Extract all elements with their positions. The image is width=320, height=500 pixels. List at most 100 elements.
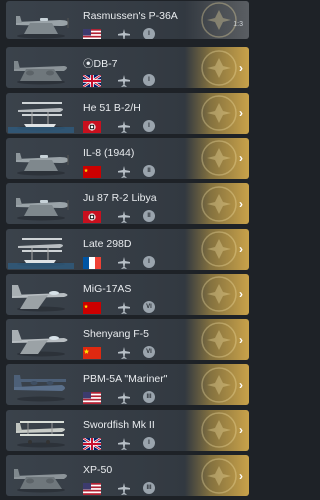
vehicle-meta: I — [83, 27, 163, 39]
vehicle-row[interactable]: Rasmussen's P-36A I 1:3 — [6, 1, 249, 39]
vehicle-meta: VI — [83, 300, 163, 315]
aircraft-class-icon — [117, 391, 131, 405]
premium-emblem-icon — [199, 184, 239, 224]
vehicle-meta: I — [83, 119, 163, 134]
premium-emblem-icon — [199, 456, 239, 496]
aircraft-thumbnail — [8, 455, 74, 496]
rank-badge-icon: I — [143, 28, 155, 39]
country-flag-icon — [83, 437, 101, 450]
country-flag-icon — [83, 301, 101, 314]
vehicle-meta: I — [83, 436, 163, 451]
vehicle-row[interactable]: Ju 87 R-2 Libya II › — [6, 183, 249, 225]
vehicle-row[interactable]: PBM-5A "Mariner" III › — [6, 364, 249, 406]
country-flag-icon — [83, 256, 101, 269]
chevron-right-icon[interactable]: › — [239, 151, 243, 165]
aircraft-class-icon — [117, 120, 131, 134]
aircraft-thumbnail — [8, 138, 74, 179]
country-flag-icon — [83, 347, 101, 360]
vehicle-meta: VI — [83, 345, 163, 360]
vehicle-name: Late 298D — [83, 237, 132, 250]
country-flag-icon — [83, 211, 101, 224]
aircraft-class-icon — [117, 28, 131, 39]
aircraft-class-icon — [117, 346, 131, 360]
vehicle-meta: III — [83, 390, 163, 405]
vehicle-meta: II — [83, 164, 163, 179]
vehicle-name: XP-50 — [83, 464, 113, 476]
chevron-right-icon[interactable]: › — [239, 287, 243, 301]
chevron-right-icon[interactable]: › — [239, 242, 243, 256]
vehicle-list: Rasmussen's P-36A I 1:3 ⦿DB-7 I › He 51 B-2/H I… — [0, 0, 254, 500]
aircraft-thumbnail — [8, 274, 74, 315]
counter-label: 1:3 — [233, 21, 243, 28]
chevron-right-icon[interactable]: › — [239, 378, 243, 392]
aircraft-class-icon — [117, 74, 131, 88]
aircraft-class-icon — [117, 210, 131, 224]
country-flag-icon — [83, 120, 101, 133]
aircraft-thumbnail — [8, 47, 74, 88]
chevron-right-icon[interactable]: › — [239, 106, 243, 120]
vehicle-name: ⦿DB-7 — [83, 58, 118, 71]
premium-emblem-icon — [199, 320, 239, 360]
premium-emblem-icon — [199, 1, 239, 39]
aircraft-thumbnail — [8, 364, 74, 405]
aircraft-class-icon — [117, 165, 131, 179]
rank-badge-icon: I — [143, 255, 155, 268]
rank-badge-icon: III — [143, 391, 155, 404]
aircraft-class-icon — [117, 256, 131, 270]
rank-badge-icon: I — [143, 119, 155, 132]
rank-badge-icon: II — [143, 164, 155, 177]
vehicle-row[interactable]: Late 298D I › — [6, 228, 249, 270]
chevron-right-icon[interactable]: › — [239, 197, 243, 211]
aircraft-class-icon — [117, 301, 131, 315]
premium-emblem-icon — [199, 93, 239, 133]
vehicle-meta: I — [83, 255, 163, 270]
rank-badge-icon: VI — [143, 346, 155, 359]
vehicle-row[interactable]: IL-8 (1944) II › — [6, 137, 249, 179]
vehicle-meta: II — [83, 209, 163, 224]
vehicle-row[interactable]: He 51 B-2/H I › — [6, 92, 249, 134]
vehicle-name: Rasmussen's P-36A — [83, 10, 178, 22]
premium-emblem-icon — [199, 138, 239, 178]
rank-badge-icon: VI — [143, 300, 155, 313]
vehicle-name: PBM-5A "Mariner" — [83, 373, 168, 386]
vehicle-name: MiG-17AS — [83, 282, 132, 295]
country-flag-icon — [83, 483, 101, 495]
rank-badge-icon: II — [143, 210, 155, 223]
premium-emblem-icon — [199, 410, 239, 450]
chevron-right-icon[interactable]: › — [239, 423, 243, 437]
aircraft-thumbnail — [8, 229, 74, 270]
vehicle-name: Swordfish Mk II — [83, 418, 155, 431]
premium-emblem-icon — [199, 274, 239, 314]
premium-emblem-icon — [199, 48, 239, 88]
rank-badge-icon: III — [143, 482, 155, 494]
vehicle-name: IL-8 (1944) — [83, 146, 135, 159]
vehicle-name: Ju 87 R-2 Libya — [83, 192, 157, 205]
vehicle-row[interactable]: XP-50 III › — [6, 455, 249, 496]
aircraft-thumbnail — [8, 410, 74, 451]
rank-badge-icon: I — [143, 436, 155, 449]
country-flag-icon — [83, 392, 101, 405]
vehicle-meta: III — [83, 481, 163, 496]
vehicle-name: Shenyang F-5 — [83, 328, 149, 341]
vehicle-row[interactable]: Shenyang F-5 VI › — [6, 319, 249, 361]
vehicle-row[interactable]: MiG-17AS VI › — [6, 273, 249, 315]
country-flag-icon — [83, 29, 101, 39]
premium-emblem-icon — [199, 229, 239, 269]
aircraft-thumbnail — [8, 93, 74, 134]
rank-badge-icon: I — [143, 74, 155, 87]
aircraft-class-icon — [117, 437, 131, 451]
vehicle-name: He 51 B-2/H — [83, 101, 141, 114]
aircraft-thumbnail — [8, 183, 74, 224]
aircraft-thumbnail — [8, 319, 74, 360]
country-flag-icon — [83, 75, 101, 88]
premium-emblem-icon — [199, 365, 239, 405]
chevron-right-icon[interactable]: › — [239, 333, 243, 347]
chevron-right-icon[interactable]: › — [239, 61, 243, 75]
country-flag-icon — [83, 165, 101, 178]
vehicle-row[interactable]: ⦿DB-7 I › — [6, 47, 249, 89]
chevron-right-icon[interactable]: › — [239, 469, 243, 483]
aircraft-class-icon — [117, 482, 131, 496]
vehicle-meta: I — [83, 73, 163, 88]
vehicle-row[interactable]: Swordfish Mk II I › — [6, 409, 249, 451]
aircraft-thumbnail — [8, 1, 74, 39]
